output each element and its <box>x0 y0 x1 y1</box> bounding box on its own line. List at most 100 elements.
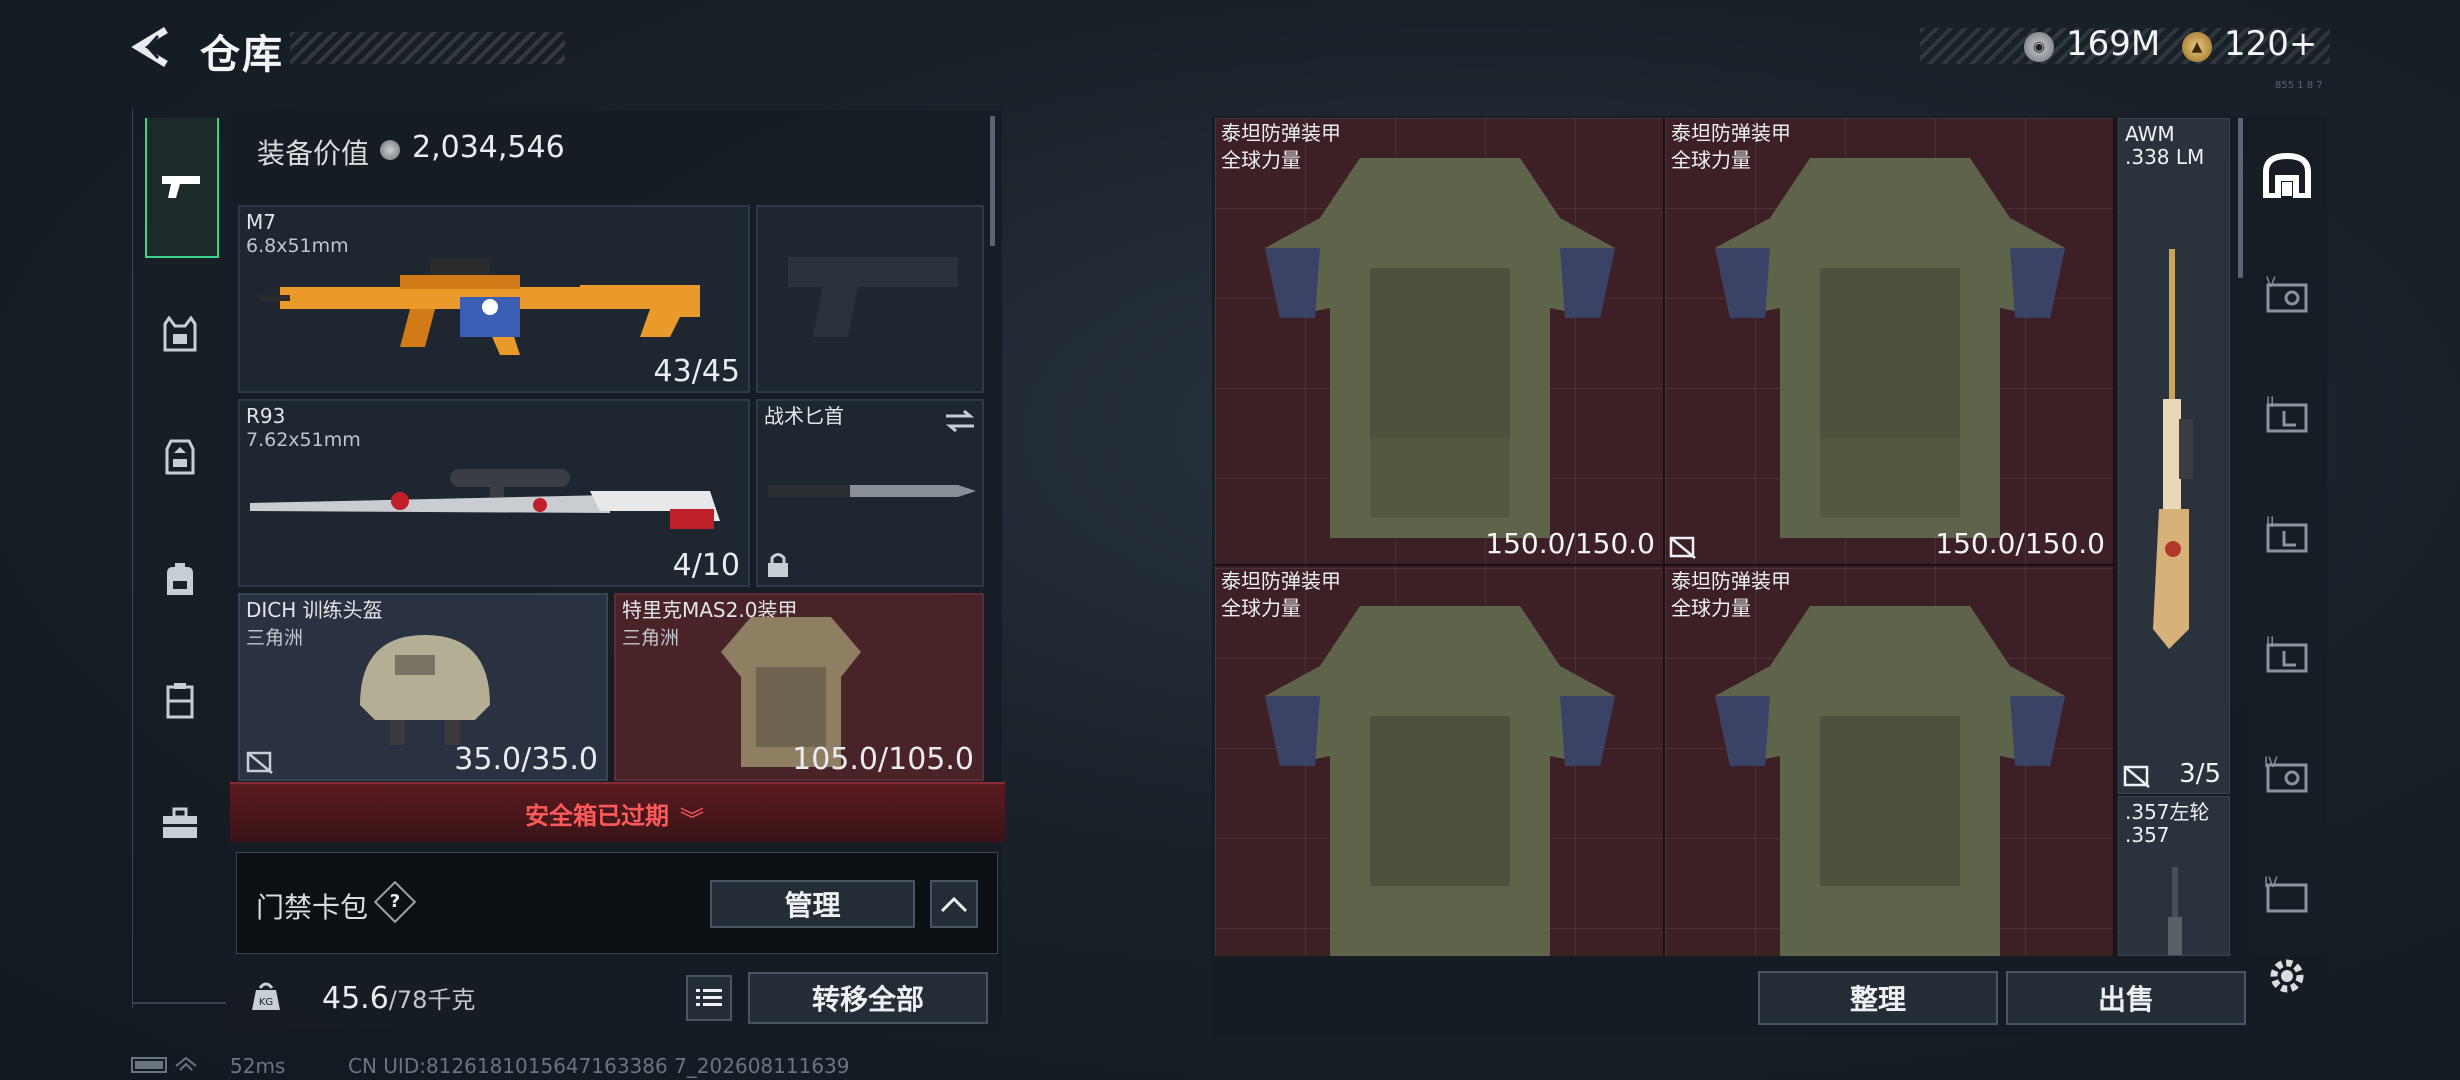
slot-sidearm[interactable] <box>756 205 984 393</box>
item-name: DICH 训练头盔 <box>246 598 383 622</box>
tab-stash-6[interactable]: IV <box>2262 870 2312 920</box>
silver-coin-icon: ◉ <box>2024 32 2054 62</box>
nav-item-armor[interactable] <box>145 300 215 370</box>
sell-button[interactable]: 出售 <box>2006 971 2246 1025</box>
silver-coin-icon <box>380 140 400 160</box>
transfer-all-button[interactable]: 转移全部 <box>748 972 988 1024</box>
item-name: AWM <box>2125 122 2175 146</box>
gear-icon[interactable] <box>2265 954 2309 998</box>
nav-divider <box>132 1002 226 1004</box>
backpack-rig-icon <box>165 439 195 475</box>
sniper-rifle-image <box>250 469 720 529</box>
tab-label: II <box>2266 395 2274 411</box>
ammo-count: 3/5 <box>2179 759 2221 789</box>
svg-text:KG: KG <box>259 997 273 1008</box>
slot-helmet[interactable]: DICH 训练头盔 三角洲 35.0/35.0 <box>238 593 608 781</box>
tab-label: IV <box>2264 755 2278 771</box>
battery-wifi-icon <box>131 1056 197 1073</box>
durability: 150.0/150.0 <box>1935 527 2105 560</box>
slot-melee[interactable]: 战术匕首 <box>756 399 984 587</box>
manage-button[interactable]: 管理 <box>710 880 915 928</box>
heavy-armor-image <box>1715 606 2065 956</box>
nav-item-weapons[interactable] <box>145 118 219 258</box>
tab-label: II <box>2266 635 2274 651</box>
awm-rifle-image <box>2153 249 2193 649</box>
tab-stash-4[interactable]: II <box>2262 630 2312 680</box>
scrollbar[interactable] <box>990 116 995 246</box>
banner-text: 安全箱已过期 <box>525 802 669 830</box>
tab-stash-main[interactable] <box>2262 150 2312 200</box>
stash-tab-icon: IV <box>2264 875 2308 913</box>
stash-tab-icon: IV <box>2264 755 2308 793</box>
item-name: R93 <box>246 404 286 428</box>
stash-tab-icon: V <box>2266 275 2308 313</box>
gold-coin-icon: ▲ <box>2182 32 2212 62</box>
stash-tab-icon: II <box>2266 515 2308 553</box>
back-button[interactable] <box>128 22 178 72</box>
stash-item-armor[interactable]: 泰坦防弹装甲 全球力量 150.0/150.0 <box>1665 118 2115 566</box>
heavy-armor-image <box>1265 158 1615 538</box>
no-insure-icon <box>2123 765 2150 788</box>
tab-stash-3[interactable]: II <box>2262 510 2312 560</box>
weight-icon: KG <box>252 982 280 1010</box>
knife-image <box>768 485 976 497</box>
slot-primary-weapon[interactable]: M7 6.8x51mm 43/45 <box>238 205 750 393</box>
lock-icon <box>768 553 788 577</box>
list-view-button[interactable] <box>686 975 732 1021</box>
pistol-placeholder-icon <box>788 257 958 337</box>
stash-item-awm[interactable]: AWM .338 LM 3/5 <box>2118 118 2230 794</box>
rifle-image <box>260 259 700 355</box>
tab-stash-1[interactable]: V <box>2262 270 2312 320</box>
category-nav <box>132 108 227 1008</box>
scrollbar[interactable] <box>2238 118 2243 278</box>
collapse-button[interactable] <box>930 880 978 928</box>
stash-item-armor[interactable]: 泰坦防弹装甲 全球力量 <box>1215 566 1665 956</box>
item-faction: 三角洲 <box>622 627 680 649</box>
sort-button[interactable]: 整理 <box>1758 971 1998 1025</box>
durability: 35.0/35.0 <box>454 742 598 777</box>
slot-body-armor[interactable]: 特里克MAS2.0装甲 三角洲 105.0/105.0 <box>614 593 984 781</box>
vest-icon <box>163 316 197 352</box>
stash-tab-icon: II <box>2266 395 2308 433</box>
locker-icon <box>166 683 194 719</box>
nav-item-container[interactable] <box>145 666 215 736</box>
ammo-count: 4/10 <box>672 548 740 583</box>
uid-readout: CN UID:8126181015647163386 7_20260811163… <box>348 1054 850 1078</box>
durability: 150.0/150.0 <box>1485 527 1655 560</box>
revolver-image <box>2168 867 2182 955</box>
swap-icon[interactable] <box>944 409 976 433</box>
weight-value: 45.6/78千克 <box>322 980 475 1016</box>
nav-item-case[interactable] <box>145 788 215 858</box>
helmet-image <box>360 635 490 745</box>
stash-item-armor[interactable]: 泰坦防弹装甲 全球力量 <box>1665 566 2115 956</box>
slot-secondary-weapon[interactable]: R93 7.62x51mm 4/10 <box>238 399 750 587</box>
tab-stash-5[interactable]: IV <box>2262 750 2312 800</box>
heavy-armor-image <box>1715 158 2065 538</box>
currency-amount-silver: 169M <box>2066 24 2161 64</box>
help-glyph: ? <box>389 891 401 912</box>
stash-tab-icon: II <box>2266 635 2308 673</box>
briefcase-icon <box>163 807 197 838</box>
chevron-down-icon: ︾ <box>680 806 704 834</box>
item-name: .357左轮 <box>2125 800 2210 824</box>
stash-item-armor[interactable]: 泰坦防弹装甲 全球力量 150.0/150.0 <box>1215 118 1665 566</box>
nav-item-rig[interactable] <box>145 422 215 492</box>
status-bar <box>130 1054 210 1079</box>
backpack-icon <box>167 563 193 595</box>
nav-item-backpack[interactable] <box>145 544 215 614</box>
no-insure-icon <box>1669 536 1696 559</box>
weight-current: 45.6 <box>322 981 389 1016</box>
durability: 105.0/105.0 <box>792 742 974 777</box>
currency-amount-gold[interactable]: 120+ <box>2224 24 2317 64</box>
back-arrow-icon <box>131 27 168 67</box>
stash-item-revolver[interactable]: .357左轮 .357 <box>2118 796 2230 956</box>
tab-stash-2[interactable]: II <box>2262 390 2312 440</box>
equipment-value-label: 装备价值 <box>257 137 370 170</box>
title-decoration <box>290 32 565 64</box>
item-ammo: .338 LM <box>2125 145 2205 169</box>
heavy-armor-image <box>1265 606 1615 956</box>
tab-label: IV <box>2264 875 2278 891</box>
item-name: 战术匕首 <box>764 404 844 428</box>
tiny-label: 855 1 8 7 <box>2275 80 2323 91</box>
keycard-bag-label: 门禁卡包 <box>256 891 369 924</box>
